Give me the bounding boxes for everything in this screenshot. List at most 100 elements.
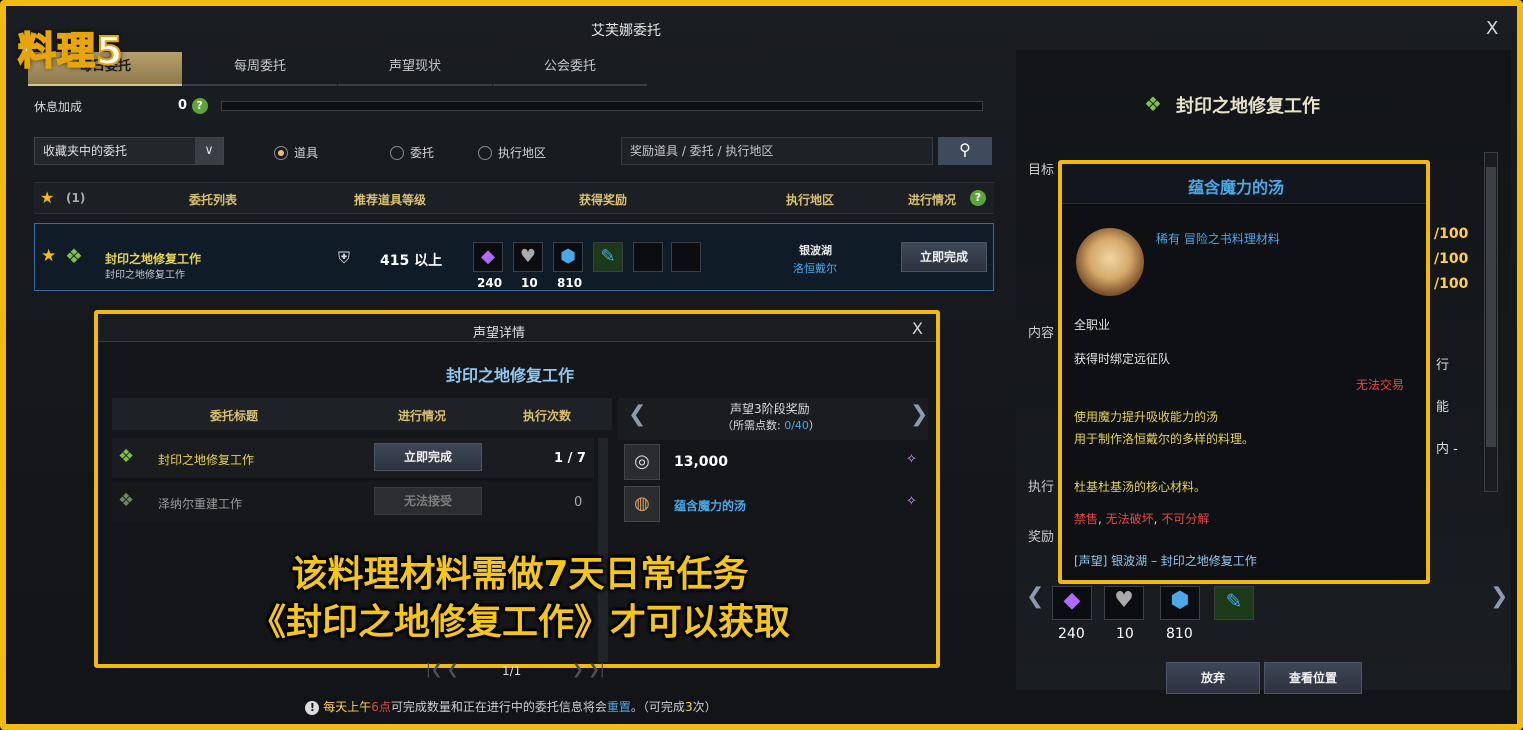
quest-emblem-icon: ❖ <box>1144 92 1162 116</box>
quest-level: 415 以上 <box>380 253 443 269</box>
unavailable-button: 无法接受 <box>374 487 482 515</box>
amethyst-icon[interactable]: ◆ <box>473 242 503 272</box>
close-icon[interactable]: X <box>912 319 923 338</box>
search-icon: ⚲ <box>959 140 971 159</box>
helmet-icon: ⛨ <box>338 248 351 267</box>
dropdown-value: 收藏夹中的委托 <box>43 144 128 158</box>
area-name: 银波湖 <box>799 244 832 257</box>
tab-guild[interactable]: 公会委托 <box>493 52 647 86</box>
pager: 1/1 <box>502 664 522 678</box>
popup-subtitle: 封印之地修复工作 <box>446 366 575 385</box>
exec-count: 1 / 7 <box>554 451 586 466</box>
exec-count: 0 <box>574 495 583 510</box>
potion-icon[interactable]: ✎ <box>593 242 623 272</box>
reward-count: 10 <box>1116 626 1134 642</box>
close-icon[interactable]: X <box>1486 18 1498 39</box>
reward-count: 240 <box>477 276 503 290</box>
radio-item[interactable]: 道具 <box>274 144 318 161</box>
soup-bowl-icon <box>1076 228 1144 296</box>
reward-count: 10 <box>521 276 538 290</box>
tab-weekly[interactable]: 每周委托 <box>183 52 337 86</box>
caption-line-2: 《封印之地修复工作》才可以获取 <box>249 602 790 643</box>
table-row[interactable]: ❖ 封印之地修复工作 立即完成 1 / 7 <box>112 438 594 478</box>
silver-coin-icon[interactable]: ◎ <box>624 444 660 480</box>
radio-area[interactable]: 执行地区 <box>478 144 546 161</box>
reward-need-points: （所需点数: 0/40） <box>722 419 820 432</box>
popup-title: 声望详情 <box>473 326 526 341</box>
radio-item-label: 道具 <box>294 146 319 160</box>
star-icon[interactable]: ★ <box>40 188 54 207</box>
fav-count: (1) <box>66 191 86 205</box>
heart-crystal-icon[interactable]: ♥ <box>513 242 543 272</box>
table-row[interactable]: ❖ 泽纳尔重建工作 无法接受 0 <box>112 482 594 522</box>
view-location-button[interactable]: 查看位置 <box>1264 662 1362 694</box>
col-progress: 进行情况 <box>908 193 957 207</box>
search-button[interactable]: ⚲ <box>938 137 992 165</box>
scrollbar[interactable] <box>1484 152 1498 492</box>
tooltip-desc: 用于制作洛恒戴尔的多样的料理。 <box>1074 432 1255 446</box>
amethyst-icon[interactable]: ◆ <box>1052 586 1092 620</box>
next-arrow-icon[interactable]: ❯ <box>910 402 928 427</box>
content-text: 能 <box>1436 400 1450 415</box>
content-text: 内 - <box>1436 442 1458 457</box>
item-tooltip: 蕴含魔力的汤 稀有 冒险之书料理材料 全职业 获得时绑定远征队 无法交易 使用魔… <box>1058 160 1430 584</box>
blue-crystal-icon[interactable]: ⬢ <box>553 242 583 272</box>
game-window: 料理5 艾芙娜委托 X 每日委托 每周委托 声望现状 公会委托 休息加成 0 ?… <box>0 0 1523 730</box>
overlay-tag: 料理5 <box>17 28 124 74</box>
tooltip-grade: 稀有 冒险之书料理材料 <box>1156 232 1280 246</box>
info-bar: ! 每天上午6点可完成数量和正在进行中的委托信息将会重置。（可完成3次） <box>6 698 1016 715</box>
content-text: 行 <box>1436 358 1450 373</box>
quest-row[interactable]: ★ ❖ 封印之地修复工作 封印之地修复工作 ⛨ 415 以上 ◆ 240 ♥ 1… <box>34 223 994 291</box>
potion-icon[interactable]: ✎ <box>1214 586 1254 620</box>
col-count: 执行次数 <box>523 409 572 423</box>
abandon-button[interactable]: 放弃 <box>1166 662 1260 694</box>
col-reward: 获得奖励 <box>579 193 628 207</box>
first-page-icon[interactable]: |❮ ❮ <box>426 662 459 678</box>
tooltip-trade: 无法交易 <box>1356 378 1405 392</box>
tooltip-source: [声望] 银波湖 – 封印之地修复工作 <box>1074 554 1257 568</box>
info-text: 3 <box>684 700 693 714</box>
exec-label: 执行 <box>1028 480 1055 495</box>
quest-emblem-icon: ❖ <box>118 446 135 467</box>
tooltip-class: 全职业 <box>1074 318 1111 332</box>
target-progress: /100 <box>1434 276 1469 292</box>
tab-reputation[interactable]: 声望现状 <box>338 52 492 86</box>
reward-stage-title: 声望3阶段奖励 <box>730 402 810 416</box>
help-icon[interactable]: ? <box>970 190 986 206</box>
tooltip-title: 蕴含魔力的汤 <box>1188 178 1285 197</box>
radio-selected-icon <box>274 145 288 160</box>
quest-name: 封印之地修复工作 <box>105 252 202 266</box>
reward-silver: 13,000 <box>674 454 729 470</box>
detail-title: 封印之地修复工作 <box>1176 96 1320 117</box>
info-icon: ! <box>305 701 320 715</box>
reward-count: 240 <box>1058 626 1085 642</box>
search-input[interactable]: 奖励道具 / 委托 / 执行地区 <box>621 137 933 165</box>
soup-bowl-icon[interactable]: ◍ <box>624 486 660 522</box>
empty-slot <box>671 242 701 272</box>
star-icon[interactable]: ★ <box>41 246 56 266</box>
radio-task[interactable]: 委托 <box>390 144 434 161</box>
quest-name: 封印之地修复工作 <box>158 453 255 467</box>
heart-crystal-icon[interactable]: ♥ <box>1104 586 1144 620</box>
prev-arrow-icon[interactable]: ❮ <box>628 402 646 427</box>
blue-crystal-icon[interactable]: ⬢ <box>1160 586 1200 620</box>
quest-name: 泽纳尔重建工作 <box>158 497 243 511</box>
info-text: 6点 <box>371 700 391 714</box>
target-label: 目标 <box>1028 163 1055 178</box>
help-icon[interactable]: ? <box>191 98 208 114</box>
col-area: 执行地区 <box>786 193 835 207</box>
reward-soup: 蕴含魔力的汤 <box>674 499 747 513</box>
rest-bonus-label: 休息加成 <box>34 100 83 114</box>
favorites-dropdown[interactable]: 收藏夹中的委托 ∨ <box>34 137 224 165</box>
info-text: 次） <box>692 700 717 714</box>
table-header: ★ (1) 委托列表 推荐道具等级 获得奖励 执行地区 进行情况 ? <box>34 182 994 214</box>
rest-bonus-bar <box>221 101 983 111</box>
complete-now-button[interactable]: 立即完成 <box>374 443 482 471</box>
area-region: 洛恒戴尔 <box>793 262 837 275</box>
sparkle-icon: ✧ <box>906 494 917 509</box>
next-arrow-icon[interactable]: ❯ <box>1490 584 1508 609</box>
prev-arrow-icon[interactable]: ❮ <box>1026 584 1044 609</box>
complete-now-button[interactable]: 立即完成 <box>901 242 987 272</box>
last-page-icon[interactable]: ❯ ❯| <box>572 662 605 678</box>
target-progress: /100 <box>1434 251 1469 267</box>
